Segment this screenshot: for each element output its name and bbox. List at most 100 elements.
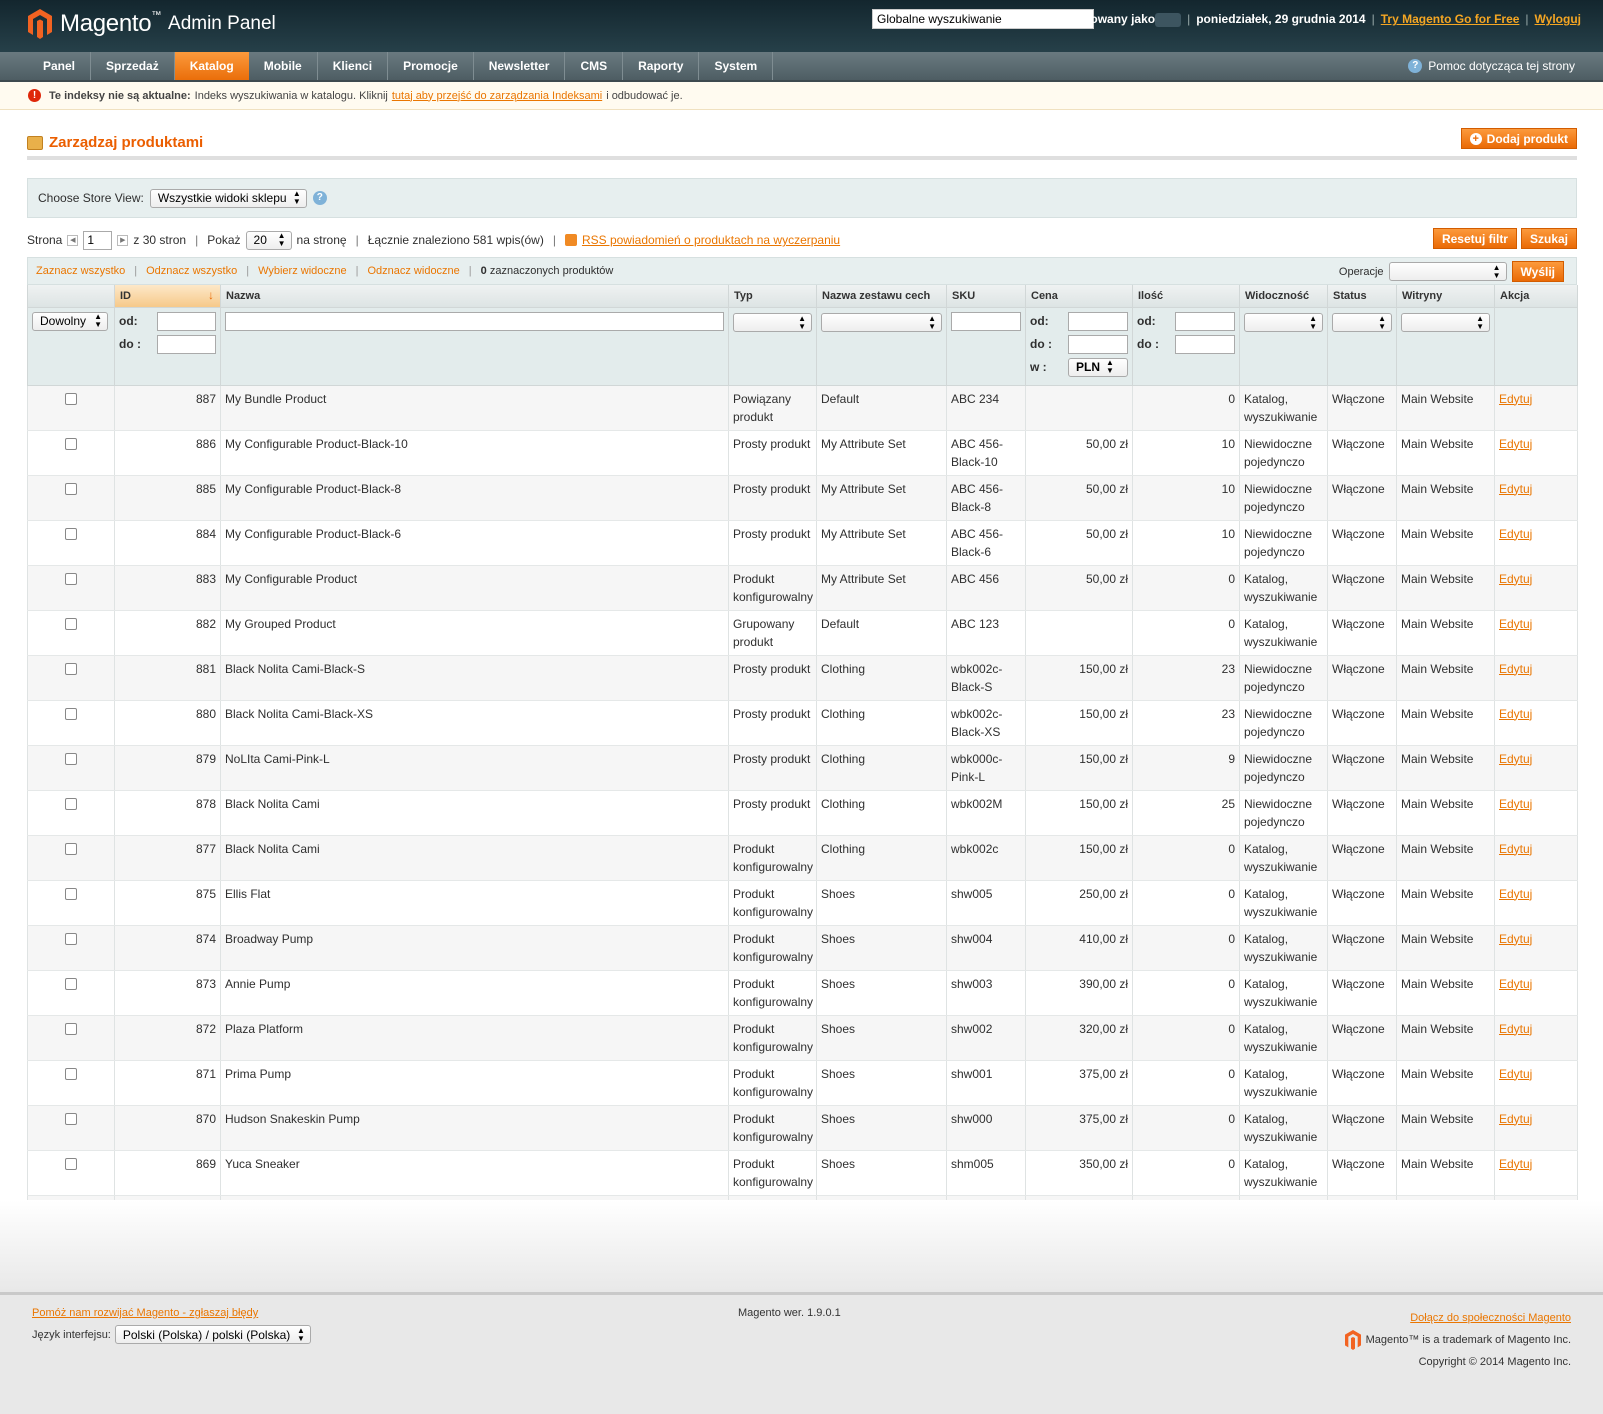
table-row[interactable]: 879 NoLIta Cami-Pink-L Prosty produkt Cloth…	[27, 745, 1578, 791]
search-button[interactable]: Szukaj	[1520, 228, 1577, 249]
row-checkbox[interactable]	[65, 1022, 77, 1035]
filter-sku-input[interactable]	[951, 311, 1021, 331]
table-row[interactable]: 885 My Configurable Product-Black-8 Prosty…	[27, 475, 1578, 521]
filter-id-from[interactable]	[157, 311, 216, 331]
col-id[interactable]: ID ↓	[114, 285, 221, 308]
filter-type-select[interactable]: ▲ ▼	[733, 313, 812, 332]
logout-link[interactable]: Wyloguj	[1535, 12, 1581, 26]
help-link[interactable]: ? Pomoc dotycząca tej strony	[1408, 52, 1575, 80]
filter-price-to[interactable]	[1068, 334, 1128, 354]
table-row[interactable]: 880 Black Nolita Cami-Black-XS Prosty prod…	[27, 700, 1578, 746]
table-row[interactable]: 882 My Grouped Product Grupowany produkt De…	[27, 610, 1578, 656]
per-page-select[interactable]: 20 ▲ ▼	[245, 230, 292, 250]
table-row[interactable]: 881 Black Nolita Cami-Black-S Prosty produ…	[27, 655, 1578, 701]
nav-newsletter[interactable]: Newsletter	[474, 52, 566, 80]
col-status[interactable]: Status	[1327, 285, 1397, 308]
table-row[interactable]: 871 Prima Pump Produkt konfigurowalny Shoes…	[27, 1060, 1578, 1106]
table-row[interactable]: 886 My Configurable Product-Black-10 Prost…	[27, 430, 1578, 476]
reset-filter-button[interactable]: Resetuj filtr	[1432, 228, 1517, 249]
col-sku[interactable]: SKU	[946, 285, 1026, 308]
table-row[interactable]: 887 My Bundle Product Powiązany produkt Def…	[27, 385, 1578, 431]
row-checkbox[interactable]	[65, 527, 77, 540]
logo[interactable]: Magento™ Admin Panel	[28, 9, 276, 39]
row-checkbox[interactable]	[65, 932, 77, 945]
store-view-select[interactable]: Wszystkie widoki sklepu ▲ ▼	[149, 188, 307, 208]
edit-link[interactable]: Edytuj	[1499, 1157, 1532, 1171]
filter-qty-from[interactable]	[1175, 311, 1235, 331]
nav-customers[interactable]: Klienci	[318, 52, 389, 80]
table-row[interactable]: 877 Black Nolita Cami Produkt konfigurowal…	[27, 835, 1578, 881]
index-management-link[interactable]: tutaj aby przejść do zarządzania Indeksa…	[392, 90, 602, 102]
filter-id-to[interactable]	[157, 334, 216, 354]
table-row[interactable]: 873 Annie Pump Produkt konfigurowalny Shoes…	[27, 970, 1578, 1016]
language-select[interactable]: Polski (Polska) / polski (Polska) ▲ ▼	[114, 1325, 311, 1344]
col-attribute-set[interactable]: Nazwa zestawu cech	[816, 285, 947, 308]
nav-reports[interactable]: Raporty	[623, 52, 700, 80]
help-icon[interactable]: ?	[312, 191, 327, 205]
row-checkbox[interactable]	[65, 572, 77, 585]
submit-button[interactable]: Wyślij	[1511, 261, 1564, 282]
filter-checkbox-select[interactable]: Dowolny ▲ ▼	[32, 311, 108, 331]
col-websites[interactable]: Witryny	[1396, 285, 1495, 308]
report-bugs-link[interactable]: Pomóż nam rozwijać Magento - zgłaszaj bł…	[32, 1307, 258, 1319]
select-visible-link[interactable]: Wybierz widoczne	[258, 265, 347, 277]
unselect-visible-link[interactable]: Odznacz widoczne	[367, 265, 459, 277]
edit-link[interactable]: Edytuj	[1499, 707, 1532, 721]
row-checkbox[interactable]	[65, 437, 77, 450]
row-checkbox[interactable]	[65, 797, 77, 810]
edit-link[interactable]: Edytuj	[1499, 527, 1532, 541]
row-checkbox[interactable]	[65, 617, 77, 630]
row-checkbox[interactable]	[65, 887, 77, 900]
unselect-all-link[interactable]: Odznacz wszystko	[146, 265, 237, 277]
col-name[interactable]: Nazwa	[220, 285, 729, 308]
edit-link[interactable]: Edytuj	[1499, 662, 1532, 676]
edit-link[interactable]: Edytuj	[1499, 392, 1532, 406]
edit-link[interactable]: Edytuj	[1499, 1112, 1532, 1126]
filter-set-select[interactable]: ▲ ▼	[821, 313, 942, 332]
table-row[interactable]: 870 Hudson Snakeskin Pump Produkt konfigur…	[27, 1105, 1578, 1151]
col-type[interactable]: Typ	[728, 285, 817, 308]
select-all-link[interactable]: Zaznacz wszystko	[36, 265, 125, 277]
edit-link[interactable]: Edytuj	[1499, 1067, 1532, 1081]
edit-link[interactable]: Edytuj	[1499, 617, 1532, 631]
edit-link[interactable]: Edytuj	[1499, 437, 1532, 451]
filter-currency-select[interactable]: PLN ▲ ▼	[1068, 357, 1128, 377]
next-page-icon[interactable]: ▶	[117, 234, 129, 246]
add-product-button[interactable]: + Dodaj produkt	[1460, 128, 1577, 149]
filter-status-select[interactable]: ▲ ▼	[1332, 313, 1392, 332]
nav-catalog[interactable]: Katalog	[174, 52, 249, 80]
edit-link[interactable]: Edytuj	[1499, 977, 1532, 991]
filter-qty-to[interactable]	[1175, 334, 1235, 354]
operations-select[interactable]: ▲ ▼	[1388, 262, 1507, 281]
nav-system[interactable]: System	[699, 52, 774, 80]
table-row[interactable]: 872 Plaza Platform Produkt konfigurowalny S…	[27, 1015, 1578, 1061]
row-checkbox[interactable]	[65, 842, 77, 855]
edit-link[interactable]: Edytuj	[1499, 887, 1532, 901]
edit-link[interactable]: Edytuj	[1499, 752, 1532, 766]
edit-link[interactable]: Edytuj	[1499, 572, 1532, 586]
col-price[interactable]: Cena	[1025, 285, 1133, 308]
col-qty[interactable]: Ilość	[1132, 285, 1240, 308]
table-row[interactable]: 869 Yuca Sneaker Produkt konfigurowalny Sho…	[27, 1150, 1578, 1196]
edit-link[interactable]: Edytuj	[1499, 842, 1532, 856]
rss-link[interactable]: RSS powiadomień o produktach na wyczerpa…	[582, 233, 840, 247]
edit-link[interactable]: Edytuj	[1499, 1022, 1532, 1036]
filter-websites-select[interactable]: ▲ ▼	[1401, 313, 1490, 332]
row-checkbox[interactable]	[65, 662, 77, 675]
table-row[interactable]: 874 Broadway Pump Produkt konfigurowalny Sh…	[27, 925, 1578, 971]
row-checkbox[interactable]	[65, 752, 77, 765]
table-row[interactable]: 878 Black Nolita Cami Prosty produkt Clothi…	[27, 790, 1578, 836]
nav-panel[interactable]: Panel	[28, 52, 92, 80]
row-checkbox[interactable]	[65, 1157, 77, 1170]
row-checkbox[interactable]	[65, 707, 77, 720]
community-link[interactable]: Dołącz do społeczności Magento	[1410, 1312, 1571, 1324]
table-row[interactable]: 884 My Configurable Product-Black-6 Prosty…	[27, 520, 1578, 566]
nav-cms[interactable]: CMS	[565, 52, 624, 80]
nav-mobile[interactable]: Mobile	[249, 52, 318, 80]
filter-visibility-select[interactable]: ▲ ▼	[1244, 313, 1323, 332]
row-checkbox[interactable]	[65, 482, 77, 495]
table-row[interactable]: 875 Ellis Flat Produkt konfigurowalny Shoes…	[27, 880, 1578, 926]
row-checkbox[interactable]	[65, 1112, 77, 1125]
row-checkbox[interactable]	[65, 1067, 77, 1080]
nav-promotions[interactable]: Promocje	[388, 52, 474, 80]
